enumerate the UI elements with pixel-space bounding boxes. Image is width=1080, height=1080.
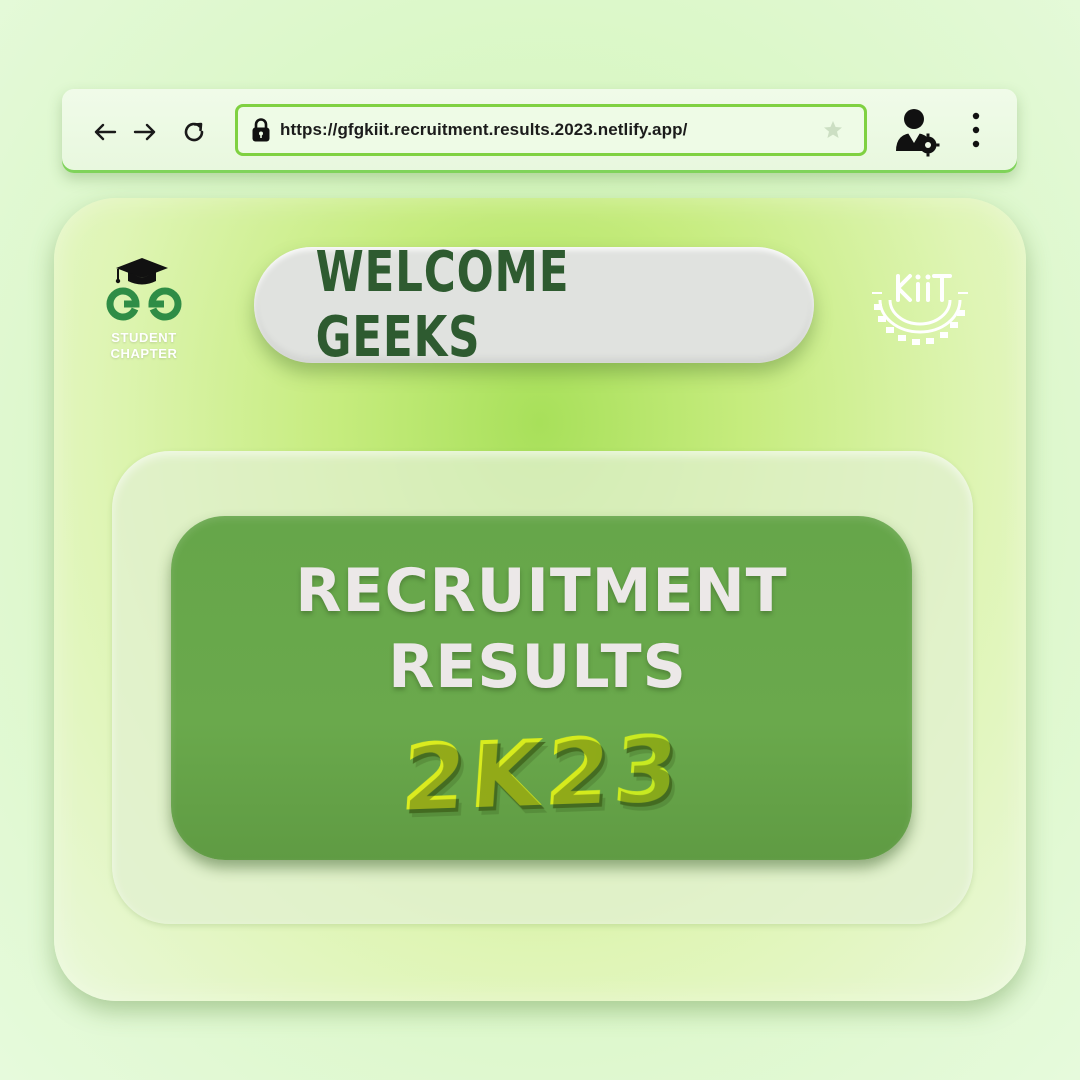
- kebab-menu-icon: [972, 112, 980, 148]
- logo-label-student: STUDENT: [111, 330, 177, 345]
- welcome-title: WELCOME GEEKS: [315, 240, 570, 370]
- arrow-left-icon: [94, 123, 117, 141]
- results-panel: RECRUITMENT RESULTS 2K23: [171, 516, 912, 860]
- forward-button[interactable]: [128, 115, 162, 149]
- welcome-banner: WELCOME GEEKS: [254, 240, 814, 370]
- back-button[interactable]: [88, 115, 122, 149]
- headline-results: RESULTS: [388, 632, 687, 702]
- browser-toolbar: https://gfgkiit.recruitment.results.2023…: [62, 89, 1017, 173]
- year-label: 2K23: [166, 707, 917, 840]
- reload-button[interactable]: [177, 115, 211, 149]
- gfg-logo-icon: [106, 258, 182, 321]
- headline-recruitment: RECRUITMENT: [295, 556, 788, 626]
- url-text: https://gfgkiit.recruitment.results.2023…: [280, 120, 688, 139]
- arrow-right-icon: [133, 123, 156, 141]
- gfg-student-chapter-logo: STUDENT CHAPTER: [102, 254, 186, 362]
- logo-label-chapter: CHAPTER: [110, 346, 178, 361]
- menu-button[interactable]: [965, 109, 987, 153]
- user-settings-icon: [896, 109, 940, 157]
- kiit-logo-icon: [868, 270, 972, 350]
- address-bar[interactable]: https://gfgkiit.recruitment.results.2023…: [235, 104, 867, 156]
- star-icon[interactable]: [822, 119, 844, 141]
- reload-icon: [184, 122, 204, 142]
- lock-icon: [250, 117, 272, 143]
- profile-button[interactable]: [894, 105, 942, 159]
